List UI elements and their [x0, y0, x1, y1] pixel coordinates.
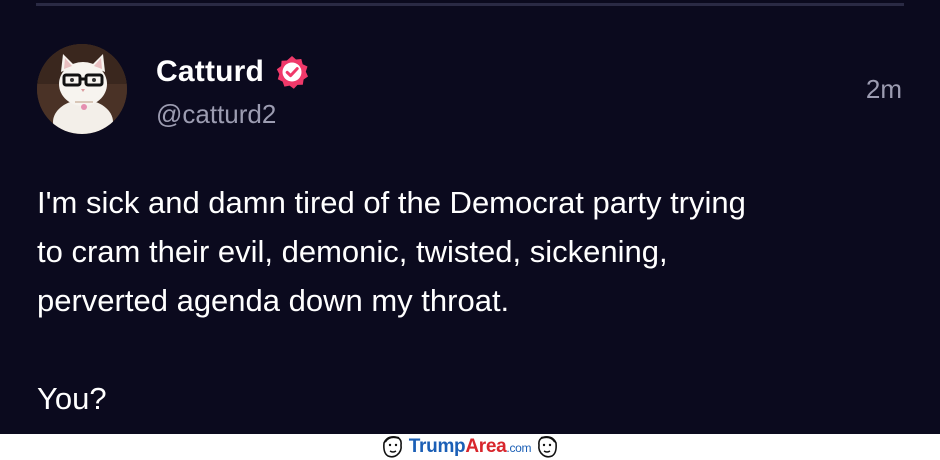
site-watermark: TrumpArea.com — [0, 434, 940, 460]
author-display-name[interactable]: Catturd — [156, 55, 264, 89]
post-text-line: I'm sick and damn tired of the Democrat … — [37, 185, 746, 220]
watermark-brand-area: Area — [465, 436, 507, 457]
post-text-line: perverted agenda down my throat. — [37, 283, 510, 318]
watermark-brand-suffix: .com — [506, 441, 532, 455]
cartoon-face-right-icon — [538, 436, 558, 458]
cat-avatar-icon — [37, 44, 127, 134]
watermark-brand: TrumpArea.com — [408, 436, 532, 458]
post-card: Catturd @catturd2 2m I'm sick and damn t… — [0, 0, 940, 434]
post-timestamp[interactable]: 2m — [866, 74, 902, 105]
watermark-brand-trump: Trump — [408, 436, 466, 457]
cartoon-face-left-icon — [382, 436, 402, 458]
author-name-row: Catturd — [156, 50, 310, 94]
author-handle[interactable]: @catturd2 — [156, 99, 276, 130]
author-avatar[interactable] — [37, 44, 127, 134]
post-text-line: You? — [37, 381, 107, 416]
post-body: I'm sick and damn tired of the Democrat … — [37, 178, 917, 423]
post-text-line: to cram their evil, demonic, twisted, si… — [37, 234, 668, 269]
top-divider — [36, 3, 904, 6]
verified-badge-icon — [276, 56, 309, 89]
